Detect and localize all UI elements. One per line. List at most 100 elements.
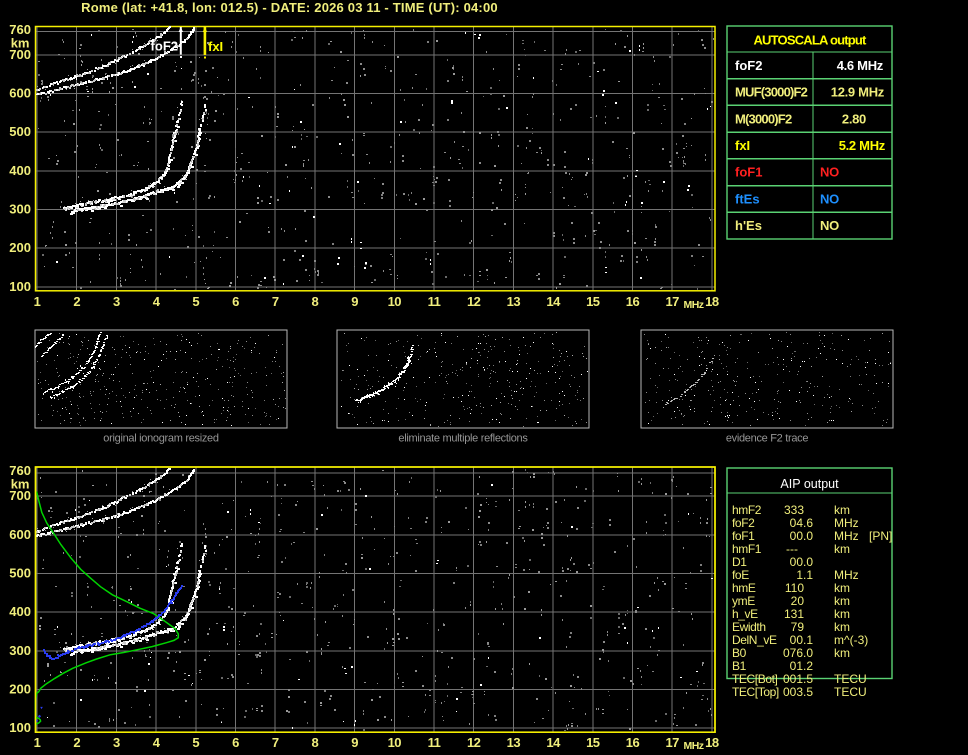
- svg-text:NO: NO: [820, 165, 839, 180]
- svg-text:MHz: MHz: [834, 529, 859, 543]
- svg-text:500: 500: [9, 124, 31, 139]
- svg-text:NO: NO: [820, 218, 839, 233]
- svg-text:400: 400: [9, 604, 31, 619]
- svg-text:15: 15: [586, 735, 600, 750]
- svg-text:MHz: MHz: [683, 740, 703, 752]
- svg-text:001.5: 001.5: [783, 672, 813, 686]
- svg-text:4: 4: [153, 735, 161, 750]
- svg-text:h'Es: h'Es: [735, 218, 762, 233]
- svg-text:17: 17: [665, 294, 679, 309]
- svg-text:MHz: MHz: [834, 568, 859, 582]
- svg-text:foF1: foF1: [732, 529, 755, 543]
- svg-text:00.1: 00.1: [790, 633, 814, 647]
- svg-text:11: 11: [428, 294, 441, 309]
- svg-text:00.0: 00.0: [790, 529, 814, 543]
- svg-text:400: 400: [9, 163, 31, 178]
- svg-text:5: 5: [192, 735, 199, 750]
- svg-text:14: 14: [546, 294, 561, 309]
- svg-text:D1: D1: [732, 555, 747, 569]
- svg-text:evidence F2 trace: evidence F2 trace: [726, 433, 809, 445]
- svg-text:12: 12: [467, 735, 481, 750]
- svg-text:M(3000)F2: M(3000)F2: [735, 111, 792, 126]
- svg-text:[PN]: [PN]: [869, 529, 892, 543]
- svg-text:13: 13: [507, 294, 521, 309]
- svg-text:700: 700: [9, 47, 31, 62]
- svg-text:1: 1: [34, 735, 41, 750]
- svg-text:14: 14: [546, 735, 561, 750]
- svg-text:600: 600: [9, 86, 31, 101]
- svg-text:12: 12: [467, 294, 481, 309]
- svg-text:km: km: [834, 503, 850, 517]
- svg-text:h_vE: h_vE: [732, 607, 758, 621]
- svg-text:hmE: hmE: [732, 581, 756, 595]
- svg-text:DelN_vE: DelN_vE: [732, 633, 777, 647]
- svg-text:6: 6: [232, 735, 239, 750]
- svg-text:TECU: TECU: [834, 685, 867, 699]
- svg-text:8: 8: [312, 294, 319, 309]
- svg-text:hmF1: hmF1: [732, 542, 762, 556]
- svg-text:2: 2: [73, 735, 80, 750]
- svg-text:km: km: [834, 581, 850, 595]
- svg-text:16: 16: [626, 735, 640, 750]
- svg-text:076.0: 076.0: [783, 646, 813, 660]
- svg-text:km: km: [834, 620, 850, 634]
- svg-text:B0: B0: [732, 646, 747, 660]
- svg-text:4.6 MHz: 4.6 MHz: [837, 58, 884, 73]
- svg-text:2: 2: [73, 294, 80, 309]
- svg-text:foE: foE: [732, 568, 749, 582]
- svg-text:B1: B1: [732, 659, 747, 673]
- svg-text:Ewidth: Ewidth: [732, 620, 766, 634]
- svg-text:04.6: 04.6: [790, 516, 814, 530]
- svg-text:AUTOSCALA output: AUTOSCALA output: [753, 33, 867, 48]
- svg-text:6: 6: [232, 294, 239, 309]
- svg-text:500: 500: [9, 566, 31, 581]
- svg-text:Rome (lat: +41.8, lon: 012.5): Rome (lat: +41.8, lon: 012.5) - DATE: 20…: [81, 0, 498, 15]
- svg-text:79: 79: [791, 620, 805, 634]
- svg-text:7: 7: [272, 294, 279, 309]
- svg-text:ymE: ymE: [732, 594, 755, 608]
- svg-text:km: km: [834, 594, 850, 608]
- svg-text:m^(-3): m^(-3): [834, 633, 868, 647]
- svg-text:003.5: 003.5: [783, 685, 813, 699]
- svg-text:km: km: [834, 607, 850, 621]
- svg-text:3: 3: [113, 735, 120, 750]
- svg-text:2.80: 2.80: [842, 111, 866, 126]
- svg-text:12.9 MHz: 12.9 MHz: [831, 85, 885, 100]
- svg-text:15: 15: [586, 294, 600, 309]
- svg-text:9: 9: [351, 735, 358, 750]
- svg-text:110: 110: [785, 581, 804, 595]
- svg-text:NO: NO: [820, 191, 839, 206]
- svg-text:km: km: [834, 646, 850, 660]
- svg-text:20: 20: [791, 594, 805, 608]
- svg-text:ftEs: ftEs: [735, 191, 760, 206]
- svg-text:10: 10: [388, 294, 402, 309]
- svg-text:foF1: foF1: [735, 165, 762, 180]
- svg-text:1.1: 1.1: [796, 568, 813, 582]
- svg-text:17: 17: [665, 735, 679, 750]
- svg-text:eliminate multiple reflections: eliminate multiple reflections: [398, 433, 528, 445]
- svg-text:01.2: 01.2: [790, 659, 814, 673]
- svg-text:MHz: MHz: [834, 516, 859, 530]
- svg-text:5: 5: [192, 294, 199, 309]
- svg-text:hmF2: hmF2: [732, 503, 762, 517]
- svg-text:MHz: MHz: [683, 299, 703, 311]
- svg-text:AIP output: AIP output: [780, 477, 839, 491]
- svg-text:5.2 MHz: 5.2 MHz: [839, 138, 886, 153]
- svg-text:TECU: TECU: [834, 672, 867, 686]
- svg-text:foF2: foF2: [151, 39, 178, 54]
- svg-text:200: 200: [9, 682, 31, 697]
- svg-text:11: 11: [428, 735, 441, 750]
- svg-text:original ionogram resized: original ionogram resized: [103, 433, 219, 445]
- svg-text:600: 600: [9, 527, 31, 542]
- svg-text:foF2: foF2: [732, 516, 755, 530]
- svg-text:700: 700: [9, 488, 31, 503]
- svg-text:MUF(3000)F2: MUF(3000)F2: [735, 85, 808, 100]
- svg-text:1: 1: [34, 294, 41, 309]
- svg-text:00.0: 00.0: [790, 555, 814, 569]
- svg-text:4: 4: [153, 294, 161, 309]
- svg-text:100: 100: [9, 720, 31, 735]
- svg-text:18: 18: [705, 294, 719, 309]
- svg-text:300: 300: [9, 643, 31, 658]
- svg-text:fxI: fxI: [735, 138, 750, 153]
- svg-text:foF2: foF2: [735, 58, 762, 73]
